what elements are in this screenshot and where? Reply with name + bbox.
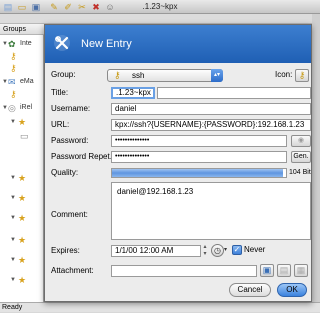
disclosure-triangle-icon[interactable]: ▼ — [10, 254, 16, 266]
status-bar: Ready — [0, 302, 320, 312]
title-field-extension — [157, 87, 311, 99]
expires-label: Expires: — [51, 246, 80, 255]
key-icon: ⚷ — [10, 63, 17, 73]
tree-item[interactable]: ▼ ★ — [0, 234, 43, 246]
star-icon: ★ — [18, 275, 27, 285]
star-icon: ★ — [18, 193, 27, 203]
key-icon: ⚷ — [10, 89, 17, 99]
reveal-password-button[interactable]: ◉ — [291, 135, 311, 147]
url-label: URL: — [51, 120, 70, 129]
tree-item[interactable]: ▼ ★ — [0, 116, 43, 128]
never-checkbox[interactable]: ✓ — [232, 245, 242, 255]
password-label: Password: — [51, 136, 89, 145]
group-select-value: ssh — [132, 71, 145, 80]
tree-item[interactable]: ▼ ✉ eMa — [0, 76, 43, 88]
attachment-label: Attachment: — [51, 266, 94, 275]
groups-header: Groups — [0, 24, 44, 35]
disclosure-triangle-icon[interactable]: ▼ — [10, 116, 16, 128]
clock-icon: ◷ — [214, 246, 221, 255]
monitor-icon: ▭ — [20, 131, 29, 141]
ok-button[interactable]: OK — [277, 283, 307, 297]
star-icon: ★ — [18, 235, 27, 245]
never-label: Never — [244, 245, 266, 254]
star-icon: ★ — [18, 213, 27, 223]
tree-item[interactable]: ▼ ★ — [0, 254, 43, 266]
username-label: Username: — [51, 104, 91, 113]
save-attachment-button[interactable]: ▤ — [277, 264, 291, 277]
expires-field[interactable]: 1/1/00 12:00 AM — [111, 245, 201, 257]
tree-item[interactable]: ▼ ✿ Inte — [0, 38, 43, 50]
entry-list-edge — [312, 14, 320, 302]
new-entry-dialog: New Entry Group: ⚷ ssh ▴▾ Icon: ⚷ Title:… — [44, 24, 312, 302]
groups-tree[interactable]: ▼ ✿ Inte ⚷ ⚷ ▼ ✉ eMa ⚷ ▼ ◎ iRel ▼ ★ ▭ ▼ ★ … — [0, 24, 44, 302]
tree-item[interactable]: ▼ ★ — [0, 274, 43, 286]
window-title: .1.23~kpx — [142, 2, 178, 11]
tree-item[interactable]: ▼ ◎ iRel — [0, 102, 43, 114]
key-icon: ⚷ — [298, 70, 306, 80]
quality-label: Quality: — [51, 168, 79, 177]
title-field[interactable]: .1.23~kpx — [111, 87, 155, 99]
tree-item[interactable]: ⚷ — [0, 88, 43, 100]
disclosure-triangle-icon[interactable]: ▼ — [10, 234, 16, 246]
quality-value: 104 Bit — [289, 169, 311, 176]
title-label: Title: — [51, 88, 69, 97]
disclosure-triangle-icon[interactable]: ▼ — [10, 274, 16, 286]
group-label: Group: — [51, 70, 76, 79]
password-field[interactable]: •••••••••••••• — [111, 135, 287, 147]
network-group-icon: ◎ — [8, 103, 16, 113]
tree-item[interactable]: ▼ ★ — [0, 172, 43, 184]
icon-picker-button[interactable]: ⚷ — [295, 69, 309, 82]
group-select[interactable]: ⚷ ssh ▴▾ — [107, 69, 223, 82]
delete-attachment-button[interactable]: ▦ — [294, 264, 308, 277]
quality-bar — [111, 168, 287, 178]
username-field[interactable]: daniel — [111, 103, 311, 115]
icon-label: Icon: — [275, 70, 293, 79]
generate-password-button[interactable]: Gen. — [291, 151, 311, 163]
disclosure-triangle-icon[interactable]: ▼ — [10, 172, 16, 184]
email-group-icon: ✉ — [8, 77, 16, 87]
star-icon: ★ — [18, 255, 27, 265]
folder-icon: ▣ — [262, 265, 272, 275]
quality-bar-fill — [112, 169, 283, 177]
save-icon: ▤ — [279, 265, 289, 275]
keepassx-logo-icon — [54, 35, 70, 51]
key-icon: ⚷ — [10, 51, 17, 61]
password-repeat-label: Password Repet.: — [51, 152, 115, 161]
chevron-down-icon[interactable]: ▾ — [224, 244, 231, 257]
delete-icon: ▦ — [296, 265, 306, 275]
expires-stepper[interactable]: ▴ ▾ — [201, 244, 209, 258]
tree-item[interactable]: ▼ ★ — [0, 192, 43, 204]
expiry-presets-button[interactable]: ◷ — [211, 244, 224, 257]
tree-item[interactable]: ⚷ — [0, 50, 43, 62]
main-toolbar: ▤ ▭ ▣ ✎ ✐ ✂ ✖ ☺ .1.23~kpx — [0, 0, 320, 14]
dialog-title: New Entry — [81, 38, 132, 50]
toolbar-separator — [0, 14, 320, 24]
cancel-button[interactable]: Cancel — [229, 283, 271, 297]
comment-field[interactable]: daniel@192.168.1.23 — [111, 182, 311, 240]
attachment-field[interactable] — [111, 265, 257, 277]
disclosure-triangle-icon[interactable]: ▼ — [10, 192, 16, 204]
comment-text: daniel@192.168.1.23 — [117, 187, 194, 196]
dialog-header: New Entry — [45, 25, 311, 63]
comment-label: Comment: — [51, 210, 88, 219]
disclosure-triangle-icon[interactable]: ▼ — [10, 212, 16, 224]
tree-item[interactable]: ▭ — [0, 130, 43, 142]
updown-arrows-icon: ▴▾ — [211, 69, 223, 82]
password-repeat-field[interactable]: •••••••••••••• — [111, 151, 287, 163]
checkmark-icon: ✓ — [233, 245, 241, 254]
eye-icon: ◉ — [297, 137, 305, 144]
open-attachment-button[interactable]: ▣ — [260, 264, 274, 277]
star-icon: ★ — [18, 173, 27, 183]
group-icon: ✿ — [8, 39, 16, 49]
tree-item[interactable]: ⚷ — [0, 62, 43, 74]
url-field[interactable]: kpx://ssh?{USERNAME}:{PASSWORD}:192.168.… — [111, 119, 311, 131]
key-icon: ⚷ — [114, 70, 121, 80]
tree-item[interactable]: ▼ ★ — [0, 212, 43, 224]
star-icon: ★ — [18, 117, 27, 127]
